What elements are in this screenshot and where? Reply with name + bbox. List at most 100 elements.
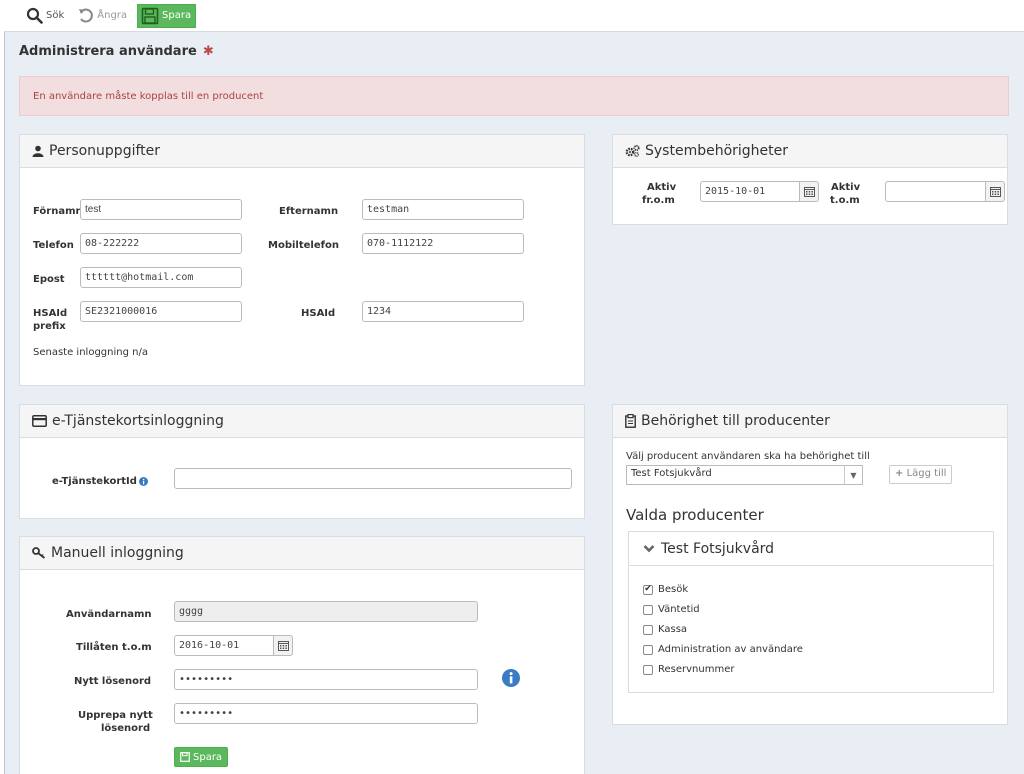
checkbox[interactable] [643,604,653,615]
info-icon[interactable] [502,669,520,687]
calendar-icon [989,187,1001,197]
allowed-until-label: Tillåten t.o.m [76,642,152,653]
etj-panel-header: e-Tjänstekortsinloggning [20,405,584,438]
permission-item[interactable]: Väntetid [643,604,700,615]
system-panel-header: Systembehörigheter [613,135,1007,168]
new-password-label: Nytt lösenord [74,676,152,687]
permission-item[interactable]: Reservnummer [643,664,734,675]
checkbox[interactable] [643,624,653,635]
search-button[interactable]: Sök [22,4,68,28]
caret-down-icon: ▼ [844,466,862,484]
hsaid-prefix-input[interactable]: SE2321000016 [80,301,242,322]
toolbar-save-button[interactable]: Spara [137,3,197,28]
manual-save-label: Spara [193,751,223,763]
active-from-label-2: fr.o.m [642,195,675,206]
telefon-label: Telefon [33,240,74,251]
permission-item[interactable]: Kassa [643,624,687,635]
undo-button-label: Ångra [97,10,128,21]
allowed-until-calendar-button[interactable] [274,635,293,656]
permission-label: Besök [658,584,689,595]
manual-login-panel: Manuell inloggning Användarnamn gggg Til… [19,536,585,774]
permission-item[interactable]: ✔ Besök [643,584,688,595]
active-from-input[interactable]: 2015-10-01 [700,181,800,202]
cogs-icon [625,144,640,158]
efternamn-label: Efternamn [279,206,339,217]
system-panel: Systembehörigheter Aktiv fr.o.m 2015-10-… [612,134,1008,225]
permission-label: Reservnummer [658,664,735,675]
person-panel-title: Personuppgifter [49,143,161,159]
calendar-icon [803,187,815,197]
plus-icon: + [895,468,904,479]
producer-panel-title: Behörighet till producenter [641,413,830,429]
key-icon [32,547,46,559]
clipboard-icon [625,414,636,428]
producer-select[interactable]: Test Fotsjukvård ▼ [626,465,863,485]
epost-input[interactable]: tttttt@hotmail.com [80,267,242,288]
etj-panel: e-Tjänstekortsinloggning e-TjänstekortId [19,404,585,519]
manual-login-panel-header: Manuell inloggning [20,537,584,570]
chevron-down-icon [643,545,655,553]
page-title: Administrera användare ✱ [19,44,214,59]
checkbox-checked[interactable]: ✔ [643,584,653,595]
search-icon [26,7,43,24]
floppy-icon [180,752,190,762]
toolbar-save-label: Spara [162,10,192,21]
undo-icon [79,8,94,23]
user-icon [32,145,44,157]
producer-panel: Behörighet till producenter Välj produce… [612,404,1008,725]
username-input[interactable]: gggg [174,601,478,622]
allowed-until-input[interactable]: 2016-10-01 [174,635,274,656]
producer-panel-header: Behörighet till producenter [613,405,1007,438]
error-alert-text: En användare måste kopplas till en produ… [33,91,264,102]
error-alert: En användare måste kopplas till en produ… [19,76,1009,116]
repeat-password-input[interactable]: ••••••••• [174,703,478,724]
active-to-input[interactable] [885,181,986,202]
selected-producer-name: Test Fotsjukvård [661,540,775,557]
active-to-calendar-button[interactable] [986,181,1005,202]
page-title-text: Administrera användare [19,44,197,59]
choose-producer-label: Välj producent användaren ska ha behörig… [626,451,870,462]
active-from-label-1: Aktiv [647,182,677,193]
permission-item[interactable]: Administration av användare [643,644,803,655]
hsaid-prefix-label-1: HSAId [33,308,68,319]
info-icon[interactable] [139,477,148,486]
repeat-password-label-2: lösenord [101,723,151,734]
checkbox[interactable] [643,664,653,675]
hsaid-prefix-label-2: prefix [33,321,66,332]
search-button-label: Sök [46,10,65,21]
active-from-calendar-button[interactable] [800,181,819,202]
fornamn-label: Förnamn [33,206,83,217]
add-producer-label: Lägg till [906,468,947,479]
last-login-text: Senaste inloggning n/a [33,347,148,358]
undo-button[interactable]: Ångra [74,4,131,28]
fornamn-input[interactable]: test [80,199,242,220]
epost-label: Epost [33,274,65,285]
checkbox[interactable] [643,644,653,655]
toolbar: Sök Ångra Spara [4,0,1024,32]
floppy-icon [141,7,159,24]
mobil-input[interactable]: 070-1112122 [362,233,524,254]
etj-id-label: e-TjänstekortId [52,476,137,487]
person-panel: Personuppgifter Förnamn test Efternamn t… [19,134,585,386]
etj-panel-title: e-Tjänstekortsinloggning [52,413,224,429]
telefon-input[interactable]: 08-222222 [80,233,242,254]
efternamn-input[interactable]: testman [362,199,524,220]
selected-producer-header[interactable]: Test Fotsjukvård [629,532,993,566]
permission-label: Kassa [658,624,688,635]
manual-login-panel-title: Manuell inloggning [51,545,184,561]
active-to-label-1: Aktiv [831,182,861,193]
etj-id-input[interactable] [174,468,572,489]
manual-save-button[interactable]: Spara [174,747,229,767]
person-panel-header: Personuppgifter [20,135,584,168]
repeat-password-label-1: Upprepa nytt [78,710,153,721]
producer-select-value: Test Fotsjukvård [631,468,712,479]
required-marker: ✱ [202,44,214,59]
new-password-input[interactable]: ••••••••• [174,669,478,690]
hsaid-label: HSAId [301,308,336,319]
add-producer-button[interactable]: + Lägg till [889,465,953,484]
selected-producers-heading: Valda producenter [626,506,764,524]
selected-producer-card: Test Fotsjukvård ✔ Besök Väntetid Kassa Admi… [628,531,994,693]
permission-label: Administration av användare [658,644,803,655]
hsaid-input[interactable]: 1234 [362,301,524,322]
username-label: Användarnamn [66,609,152,620]
